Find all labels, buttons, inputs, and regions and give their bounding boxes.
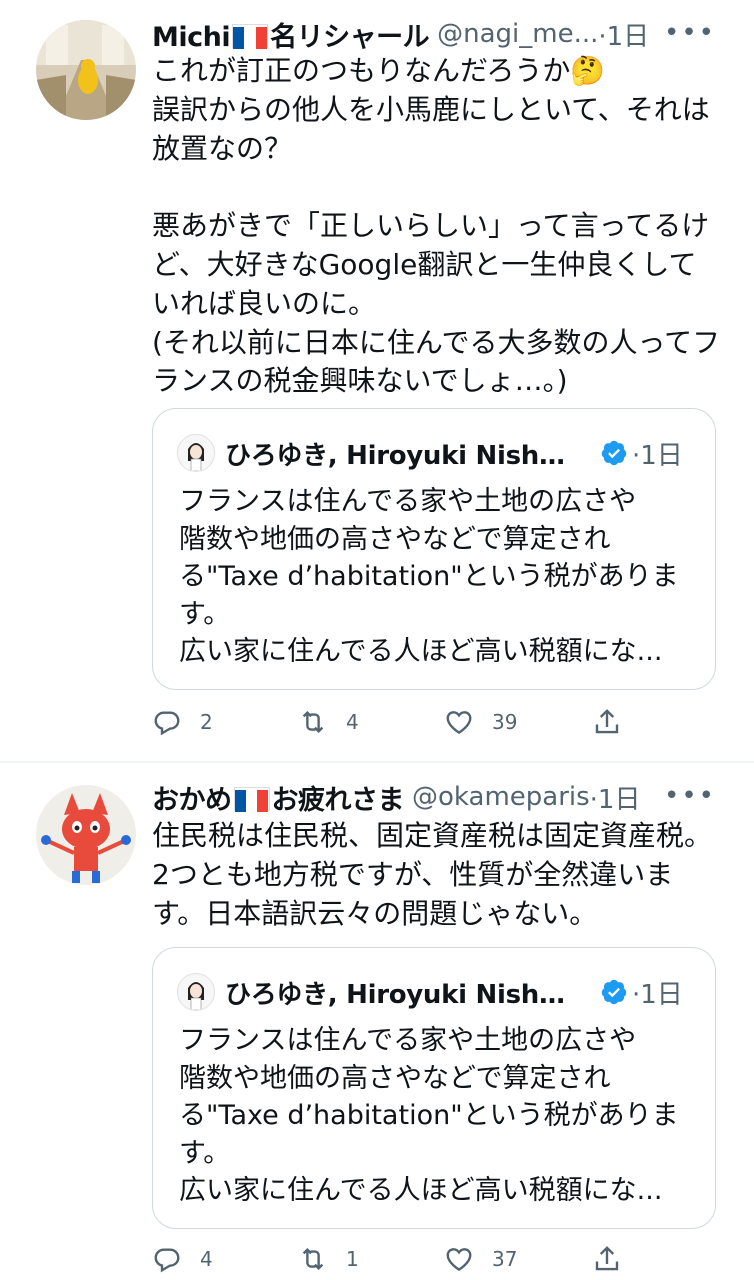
quoted-tweet-text: フランスは住んでる家や土地の広さや 階数や地価の高さやなどで算定され る"Tax… xyxy=(179,1022,689,1210)
share-icon xyxy=(595,709,619,734)
tweet-timestamp[interactable]: ·1日 xyxy=(598,16,649,53)
display-name-suffix: お疲れさま xyxy=(271,784,405,816)
display-name-prefix: おかめ xyxy=(152,784,232,816)
tweet-text: これが訂正のつもりなんだろうか🤔 誤訳からの他人を小馬鹿にしといて、それは放置な… xyxy=(152,54,721,398)
tweet-actions: 4 1 37 xyxy=(152,1239,632,1279)
reply-icon xyxy=(154,711,180,736)
quoted-tweet[interactable]: ひろゆき, Hiroyuki Nishi... ·1日 フランスは住んでる家や土… xyxy=(152,408,716,690)
retweet-button[interactable]: 4 xyxy=(298,702,359,742)
quoted-tweet-timestamp: ·1日 xyxy=(632,440,683,471)
user-avatar[interactable] xyxy=(36,20,136,120)
display-name-suffix: 名リシャール xyxy=(270,21,430,53)
quoted-tweet-timestamp: ·1日 xyxy=(632,979,683,1010)
display-name[interactable]: おかめ お疲れさま xyxy=(152,778,404,817)
like-button[interactable]: 37 xyxy=(444,1239,517,1279)
share-button[interactable] xyxy=(592,702,622,742)
quoted-tweet-header: ひろゆき, Hiroyuki Nishi... ·1日 xyxy=(177,972,695,1012)
quoted-tweet-truncated-line: 広い家に住んでる人ほど高い税額にな... xyxy=(179,636,663,667)
tweet-timestamp[interactable]: ·1日 xyxy=(590,779,641,816)
quoted-user-avatar xyxy=(177,434,215,472)
retweet-count: 1 xyxy=(346,1247,359,1271)
user-handle[interactable]: @okameparis xyxy=(412,782,590,812)
tweet[interactable]: Michi 名リシャール @nagi_me... ·1日 ••• これが訂正のつも… xyxy=(0,0,754,762)
verified-badge-icon xyxy=(601,979,627,1005)
more-options-icon[interactable]: ••• xyxy=(664,18,716,48)
heart-icon xyxy=(446,711,472,735)
tweet-text: 住民税は住民税、固定資産税は固定資産税。2つとも地方税ですが、性質が全然違います… xyxy=(152,819,713,930)
quoted-display-name: ひろゆき, Hiroyuki Nishi... xyxy=(225,979,570,1010)
share-button[interactable] xyxy=(592,1239,622,1279)
quoted-display-name: ひろゆき, Hiroyuki Nishi... xyxy=(225,440,570,471)
display-name-prefix: Michi xyxy=(152,21,231,53)
quoted-tweet-body: フランスは住んでる家や土地の広さや 階数や地価の高さやなどで算定され る"Tax… xyxy=(179,486,679,630)
like-count: 37 xyxy=(492,1247,518,1271)
tweet[interactable]: おかめ お疲れさま @okameparis ·1日 ••• 住民税は住民税、固定資… xyxy=(0,763,754,1280)
retweet-button[interactable]: 1 xyxy=(298,1239,359,1279)
france-flag-icon xyxy=(232,24,269,49)
tweet-actions: 2 4 39 xyxy=(152,702,632,742)
reply-button[interactable]: 4 xyxy=(152,1239,213,1279)
user-handle[interactable]: @nagi_me... xyxy=(437,19,598,49)
reply-count: 4 xyxy=(200,1247,213,1271)
reply-count: 2 xyxy=(200,710,213,734)
quoted-tweet-header: ひろゆき, Hiroyuki Nishi... ·1日 xyxy=(177,433,695,473)
verified-badge-icon xyxy=(601,440,627,466)
retweet-icon xyxy=(302,1247,324,1271)
reply-button[interactable]: 2 xyxy=(152,702,213,742)
more-options-icon[interactable]: ••• xyxy=(664,781,716,811)
user-avatar[interactable] xyxy=(36,785,136,885)
quoted-tweet[interactable]: ひろゆき, Hiroyuki Nishi... ·1日 フランスは住んでる家や土… xyxy=(152,947,716,1229)
france-flag-icon xyxy=(233,787,270,812)
quoted-user-avatar xyxy=(177,973,215,1011)
reply-icon xyxy=(154,1248,180,1273)
heart-icon xyxy=(446,1248,472,1272)
like-button[interactable]: 39 xyxy=(444,702,517,742)
quoted-tweet-truncated-line: 広い家に住んでる人ほど高い税額にな... xyxy=(179,1175,663,1206)
display-name[interactable]: Michi 名リシャール xyxy=(152,15,430,54)
retweet-count: 4 xyxy=(346,710,359,734)
quoted-tweet-text: フランスは住んでる家や土地の広さや 階数や地価の高さやなどで算定され る"Tax… xyxy=(179,483,689,671)
share-icon xyxy=(595,1246,619,1271)
quoted-tweet-body: フランスは住んでる家や土地の広さや 階数や地価の高さやなどで算定され る"Tax… xyxy=(179,1025,679,1169)
retweet-icon xyxy=(302,710,324,734)
like-count: 39 xyxy=(492,710,518,734)
